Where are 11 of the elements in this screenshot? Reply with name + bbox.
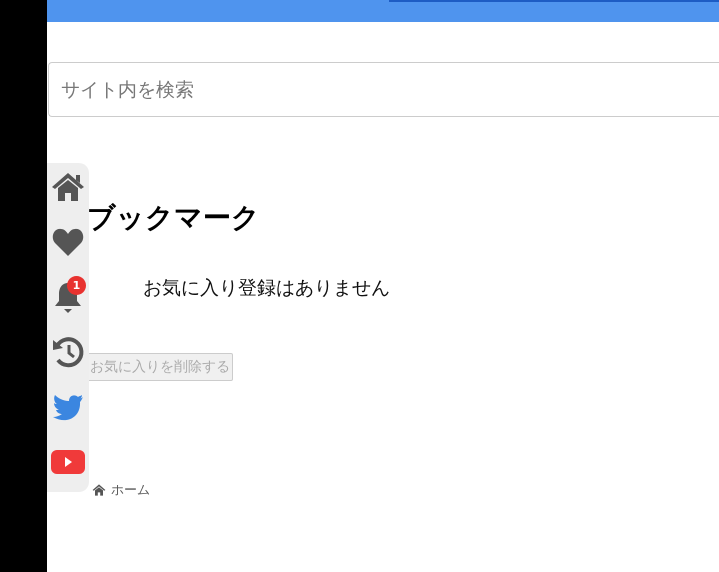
play-icon[interactable] bbox=[51, 450, 85, 474]
heart-icon[interactable] bbox=[52, 228, 84, 256]
search-field[interactable]: サイト内を検索 bbox=[48, 62, 719, 117]
home-icon bbox=[92, 484, 106, 496]
history-icon[interactable] bbox=[52, 336, 84, 368]
empty-message: お気に入り登録はありません bbox=[143, 276, 391, 301]
page-title: ブックマーク bbox=[87, 200, 261, 236]
notification-badge: 1 bbox=[67, 276, 86, 295]
breadcrumb-link[interactable]: ホーム bbox=[111, 481, 150, 499]
home-icon[interactable] bbox=[51, 172, 85, 202]
bird-icon[interactable] bbox=[52, 393, 84, 421]
